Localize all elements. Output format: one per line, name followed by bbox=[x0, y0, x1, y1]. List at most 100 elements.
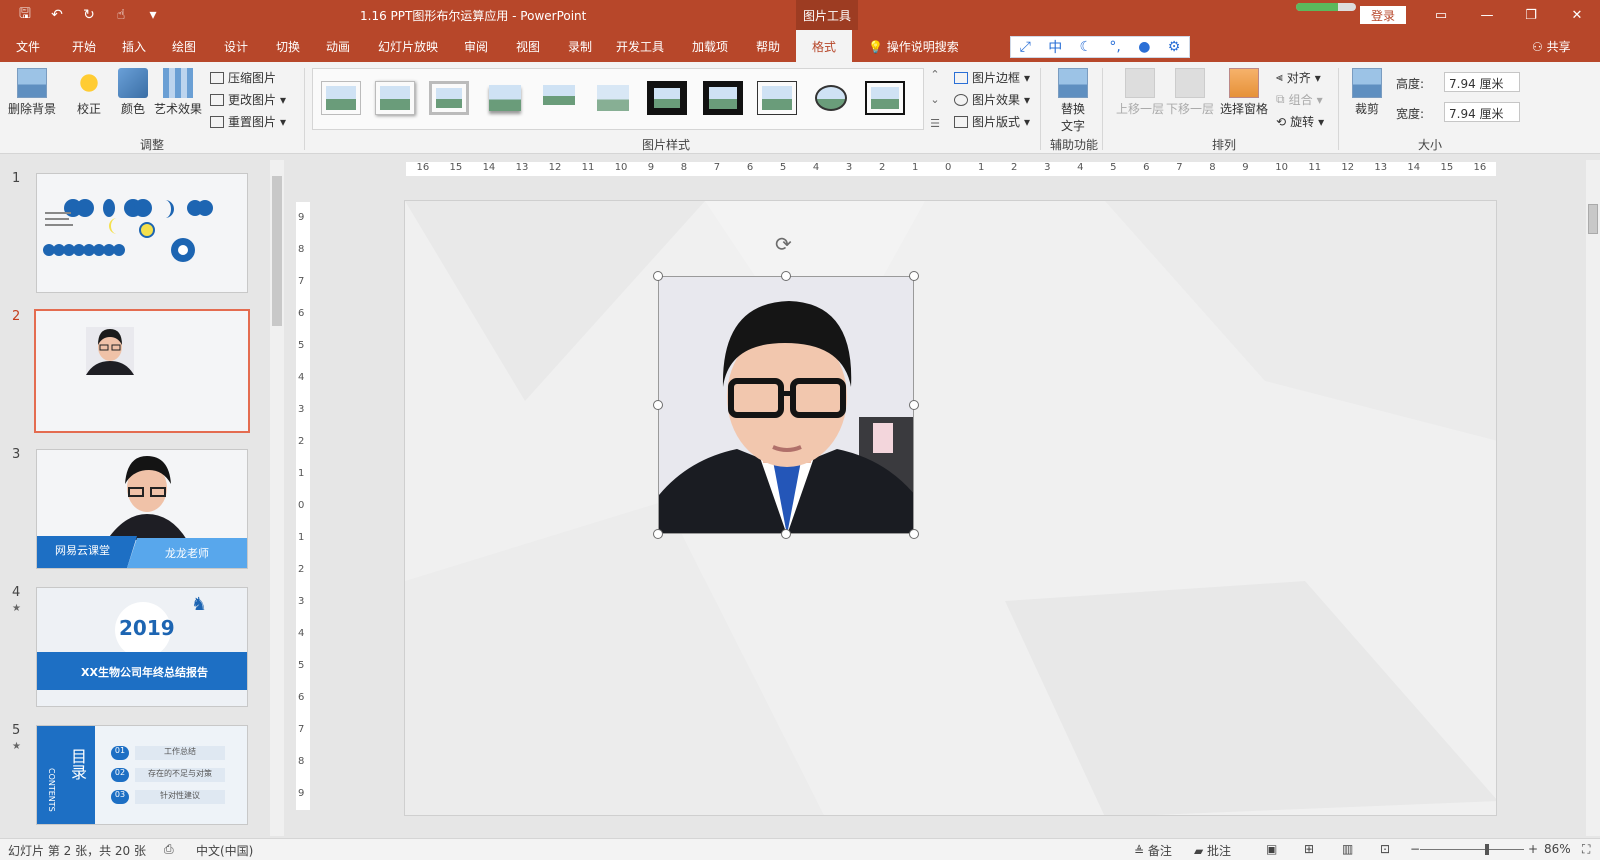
rotate-handle-icon[interactable]: ⟳ bbox=[775, 232, 792, 256]
zoom-slider[interactable] bbox=[1420, 849, 1524, 850]
ime-arrow-icon[interactable]: ⤢ bbox=[1020, 39, 1031, 55]
bring-forward-button[interactable]: 上移一层 bbox=[1116, 68, 1164, 117]
resize-handle-bottom[interactable] bbox=[781, 529, 791, 539]
reading-view-icon[interactable]: ▥ bbox=[1342, 842, 1353, 856]
tab-home[interactable]: 开始 bbox=[72, 30, 96, 62]
editor-scrollbar[interactable] bbox=[1586, 160, 1600, 836]
chevron-up-icon[interactable]: ⌃ bbox=[930, 68, 939, 81]
redo-icon[interactable]: ↻ bbox=[78, 4, 100, 26]
send-backward-button[interactable]: 下移一层 bbox=[1166, 68, 1214, 117]
comments-button[interactable]: ▰ 批注 bbox=[1194, 842, 1231, 859]
tab-developer[interactable]: 开发工具 bbox=[616, 30, 664, 62]
touch-mode-icon[interactable]: ☝ bbox=[110, 4, 132, 26]
slide-thumbnail-2[interactable] bbox=[34, 309, 250, 433]
ime-moon-icon[interactable]: ☾ bbox=[1080, 39, 1093, 55]
corrections-button[interactable]: 校正 bbox=[74, 68, 104, 117]
tab-design[interactable]: 设计 bbox=[224, 30, 248, 62]
picture-border-button[interactable]: 图片边框 ▾ bbox=[954, 69, 1030, 86]
tab-transitions[interactable]: 切换 bbox=[276, 30, 300, 62]
scroll-thumb[interactable] bbox=[272, 176, 282, 326]
selected-photo[interactable] bbox=[658, 276, 914, 534]
customize-icon[interactable]: ▾ bbox=[142, 4, 164, 26]
restore-icon[interactable]: ❐ bbox=[1508, 0, 1554, 30]
language-indicator[interactable]: 中文(中国) bbox=[196, 842, 253, 859]
slide-thumbnail-4[interactable]: 2019 ♞ XX生物公司年终总结报告 bbox=[36, 587, 248, 707]
tab-insert[interactable]: 插入 bbox=[122, 30, 146, 62]
style-drop-shadow[interactable] bbox=[485, 81, 525, 115]
gallery-scroll[interactable]: ⌃ ⌄ ☰ bbox=[928, 68, 942, 130]
rotate-button[interactable]: ⟲ 旋转 ▾ bbox=[1276, 113, 1324, 130]
thumbnail-scrollbar[interactable] bbox=[270, 160, 284, 836]
resize-handle-top-left[interactable] bbox=[653, 271, 663, 281]
style-simple-frame[interactable] bbox=[321, 81, 361, 115]
artistic-effects-button[interactable]: 艺术效果 bbox=[154, 68, 202, 117]
picture-effects-button[interactable]: 图片效果 ▾ bbox=[954, 91, 1030, 108]
resize-handle-bottom-right[interactable] bbox=[909, 529, 919, 539]
tell-me-search[interactable]: 💡 操作说明搜索 bbox=[868, 38, 959, 55]
resize-handle-bottom-left[interactable] bbox=[653, 529, 663, 539]
style-double-frame[interactable] bbox=[647, 81, 687, 115]
normal-view-icon[interactable]: ▣ bbox=[1266, 842, 1277, 856]
spellcheck-icon[interactable]: ⎙ bbox=[164, 842, 174, 857]
notes-button[interactable]: ≜ 备注 bbox=[1134, 842, 1172, 859]
change-picture-button[interactable]: 更改图片 ▾ bbox=[210, 91, 286, 108]
resize-handle-right[interactable] bbox=[909, 400, 919, 410]
current-slide[interactable] bbox=[404, 200, 1497, 816]
style-black-frame[interactable] bbox=[703, 81, 743, 115]
selection-pane-button[interactable]: 选择窗格 bbox=[1220, 68, 1268, 117]
slide-sorter-icon[interactable]: ⊞ bbox=[1304, 842, 1314, 856]
style-reflected[interactable] bbox=[539, 81, 579, 115]
height-field[interactable]: 7.94 厘米 bbox=[1444, 72, 1520, 92]
zoom-slider-thumb[interactable] bbox=[1484, 844, 1489, 855]
login-button[interactable]: 登录 bbox=[1360, 6, 1406, 24]
tab-file[interactable]: 文件 bbox=[16, 30, 40, 62]
more-icon[interactable]: ☰ bbox=[930, 117, 940, 130]
align-button[interactable]: ⫷ 对齐 ▾ bbox=[1276, 69, 1321, 86]
resize-handle-left[interactable] bbox=[653, 400, 663, 410]
save-icon[interactable]: 🖫 bbox=[14, 4, 36, 26]
ime-punct-icon[interactable]: °, bbox=[1109, 39, 1120, 55]
tab-view[interactable]: 视图 bbox=[516, 30, 540, 62]
ime-chinese-icon[interactable]: 中 bbox=[1048, 37, 1062, 57]
resize-handle-top-right[interactable] bbox=[909, 271, 919, 281]
slide-thumbnail-3[interactable]: 网易云课堂 龙龙老师 bbox=[36, 449, 248, 569]
tab-draw[interactable]: 绘图 bbox=[172, 30, 196, 62]
zoom-in-icon[interactable]: + bbox=[1528, 842, 1538, 856]
tab-help[interactable]: 帮助 bbox=[756, 30, 780, 62]
style-soft-edge[interactable] bbox=[375, 81, 415, 115]
zoom-level[interactable]: 86% bbox=[1544, 842, 1571, 856]
style-oval[interactable] bbox=[811, 81, 851, 115]
picture-layout-button[interactable]: 图片版式 ▾ bbox=[954, 113, 1030, 130]
remove-background-button[interactable]: 删除背景 bbox=[8, 68, 56, 117]
resize-handle-top[interactable] bbox=[781, 271, 791, 281]
tab-addins[interactable]: 加载项 bbox=[692, 30, 728, 62]
fit-slide-icon[interactable]: ⛶ bbox=[1582, 842, 1590, 857]
compress-pictures-button[interactable]: 压缩图片 bbox=[210, 69, 276, 86]
alt-text-button[interactable]: 替换 文字 bbox=[1058, 68, 1088, 134]
slide-thumbnail-1[interactable] bbox=[36, 173, 248, 293]
ime-user-icon[interactable]: ● bbox=[1138, 39, 1150, 55]
group-button[interactable]: ⧉ 组合 ▾ bbox=[1276, 91, 1323, 108]
share-button[interactable]: ⚇ 共享 bbox=[1532, 38, 1571, 55]
minimize-icon[interactable]: — bbox=[1464, 0, 1510, 30]
reset-picture-button[interactable]: 重置图片 ▾ bbox=[210, 113, 286, 130]
width-field[interactable]: 7.94 厘米 bbox=[1444, 102, 1520, 122]
chevron-down-icon[interactable]: ⌄ bbox=[930, 93, 939, 106]
slide-thumbnail-5[interactable]: 目录 CONTENTS 01 工作总结 02 存在的不足与对策 03 针对性建议 bbox=[36, 725, 248, 825]
style-beveled[interactable] bbox=[757, 81, 797, 115]
tab-animations[interactable]: 动画 bbox=[326, 30, 350, 62]
tab-record[interactable]: 录制 bbox=[568, 30, 592, 62]
crop-button[interactable]: 裁剪 bbox=[1352, 68, 1382, 117]
tab-slideshow[interactable]: 幻灯片放映 bbox=[378, 30, 438, 62]
slideshow-icon[interactable]: ⊡ bbox=[1380, 842, 1390, 856]
ribbon-display-icon[interactable]: ▭ bbox=[1418, 0, 1464, 30]
ime-settings-icon[interactable]: ⚙ bbox=[1168, 39, 1181, 55]
scroll-thumb[interactable] bbox=[1588, 204, 1598, 234]
style-thick-matte[interactable] bbox=[429, 81, 469, 115]
style-soft-rectangle[interactable] bbox=[593, 81, 633, 115]
zoom-out-icon[interactable]: − bbox=[1410, 842, 1420, 856]
close-icon[interactable]: ✕ bbox=[1554, 0, 1600, 30]
tab-review[interactable]: 审阅 bbox=[464, 30, 488, 62]
ime-toolbar[interactable]: ⤢ 中 ☾ °, ● ⚙ bbox=[1010, 36, 1190, 58]
style-metal-frame[interactable] bbox=[865, 81, 905, 115]
